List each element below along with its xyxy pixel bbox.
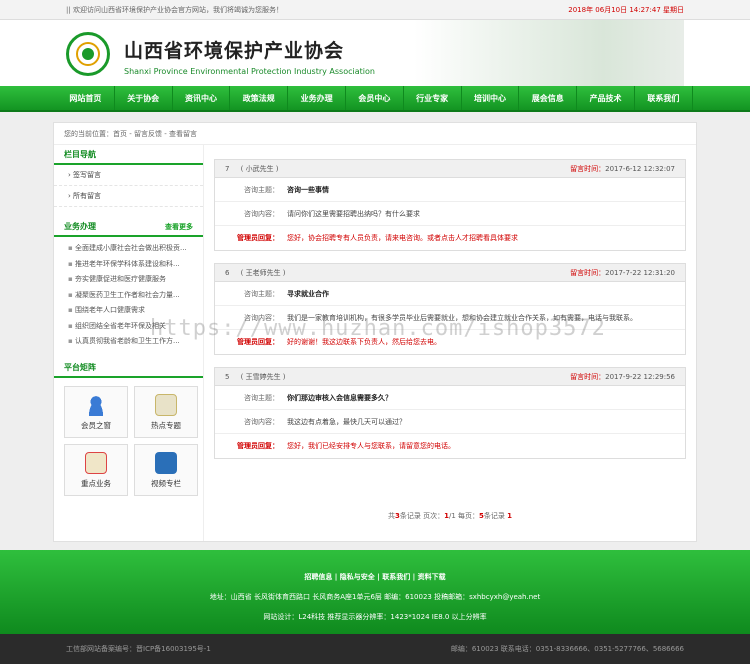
message-author: ( 王雪婷先生 ) [240, 372, 286, 381]
footer-design: 网站设计：L24科技 推荐显示器分辨率：1423*1024 IE8.0 以上分辨… [263, 613, 487, 621]
message-author: ( 王老师先生 ) [240, 268, 286, 277]
message-list: 7 ( 小武先生 ) 留言时间：2017-6-12 12:32:07 咨询主题： 咨询… [214, 159, 686, 471]
site-title-en: Shanxi Province Environmental Protection… [124, 67, 375, 76]
main-nav: 网站首页 关于协会 资讯中心 政策法规 业务办理 会员中心 行业专家 培训中心 展会信息 产品技术… [0, 86, 750, 112]
message-content: 请问你们这里需要招聘出纳吗？有什么要求 [287, 209, 420, 218]
message-time-label: 留言时间： [570, 372, 606, 381]
nav-item[interactable]: 业务办理 [288, 86, 346, 110]
pagination: 共3条记录 页次：1/1 每页：5条记录 1 [387, 512, 512, 520]
nav-item[interactable]: 产品技术 [577, 86, 635, 110]
hot-topic-document-icon [155, 393, 177, 416]
nav-item[interactable]: 关于协会 [115, 86, 173, 110]
footer-links[interactable]: 招聘信息 | 隐私与安全 | 联系我们 | 资料下载 [0, 572, 750, 582]
message-content: 我这边有点着急，最快几天可以通过？ [287, 417, 406, 426]
message-card: 7 ( 小武先生 ) 留言时间：2017-6-12 12:32:07 咨询主题： 咨询… [214, 159, 686, 251]
nav-item[interactable]: 资讯中心 [173, 86, 231, 110]
header-banner-image [414, 20, 684, 86]
message-time: 2017-7-22 12:31:20 [605, 268, 675, 277]
message-content-row: 咨询内容： 请问你们这里需要招聘出纳吗？有什么要求 [215, 202, 685, 226]
message-number: 7 [225, 164, 230, 173]
message-time: 2017-6-12 12:32:07 [605, 164, 675, 173]
video-camera-icon [155, 451, 177, 474]
sidebar: 栏目导航 › 签写留言 › 所有留言 业务办理 查看更多 全面建成小康社会社会做… [54, 145, 204, 541]
message-reply: 您好，我们已经安排专人与您联系，请留意您的电话。 [287, 442, 455, 450]
nav-item[interactable]: 行业专家 [404, 86, 462, 110]
site-header: 山西省环境保护产业协会 Shanxi Province Environmenta… [0, 20, 750, 86]
message-subject: 你们那边审核入会信息需要多久？ [287, 393, 392, 402]
message-reply-row: 管理员回复： 您好，协会招聘专有人员负责，请来电咨询。或者点击人才招聘看具体要求 [237, 234, 518, 242]
site-title: 山西省环境保护产业协会 Shanxi Province Environmenta… [124, 36, 375, 76]
message-subject-row: 咨询主题： 你们那边审核入会信息需要多久？ [215, 386, 685, 410]
message-reply: 您好，协会招聘专有人员负责，请来电咨询。或者点击人才招聘看具体要求 [287, 234, 518, 242]
sidebar-item-all-messages[interactable]: › 所有留言 [54, 186, 203, 207]
breadcrumb: 您的当前位置：首页 - 留言反馈 - 查看留言 [54, 123, 696, 145]
business-list-item[interactable]: 全面建成小康社会社会做出积极贡... [54, 241, 203, 257]
association-logo-icon[interactable] [66, 32, 110, 76]
message-number: 5 [225, 372, 230, 381]
message-time-label: 留言时间： [570, 164, 606, 173]
message-time-label: 留言时间： [570, 268, 606, 277]
date-time: 2018年 06月10日 14:27:47 星期日 [568, 5, 684, 14]
top-bar: || 欢迎访问山西省环境保护产业协会官方网站，我们将竭诚为您服务！ 2018年 … [0, 0, 750, 20]
sidebar-platform-title: 平台矩阵 [54, 358, 203, 378]
site-title-cn: 山西省环境保护产业协会 [124, 40, 345, 62]
message-author: ( 小武先生 ) [240, 164, 279, 173]
business-more-link[interactable]: 查看更多 [165, 217, 193, 235]
message-content-row: 咨询内容： 我这边有点着急，最快几天可以通过？ [215, 410, 685, 434]
business-list-item[interactable]: 凝聚医药卫生工作者和社会力量... [54, 288, 203, 304]
tile-member-window[interactable]: 会员之窗 [64, 385, 128, 438]
message-subject: 咨询一些事情 [287, 185, 329, 194]
page-link-current[interactable]: 1 [507, 512, 512, 520]
business-list-item[interactable]: 夯实健康促进和医疗健康服务 [54, 272, 203, 288]
message-header: 5 ( 王雪婷先生 ) 留言时间：2017-9-22 12:29:56 [215, 368, 685, 386]
tile-hot-topics[interactable]: 热点专题 [134, 385, 198, 438]
message-card: 5 ( 王雪婷先生 ) 留言时间：2017-9-22 12:29:56 咨询主题：你… [214, 367, 686, 459]
nav-item[interactable]: 培训中心 [462, 86, 520, 110]
message-subject-row: 咨询主题： 咨询一些事情 [215, 178, 685, 202]
nav-item[interactable]: 政策法规 [230, 86, 289, 110]
tile-key-business[interactable]: 重点业务 [64, 443, 128, 496]
sidebar-item-write-message[interactable]: › 签写留言 [54, 165, 203, 186]
platform-grid: 会员之窗 热点专题 重点业务 视频专栏 [54, 378, 203, 504]
nav-item[interactable]: 联系我们 [635, 86, 693, 110]
contact-info: 邮编：610023 联系电话：0351-8336666、0351-5277766… [450, 645, 684, 653]
message-header: 7 ( 小武先生 ) 留言时间：2017-6-12 12:32:07 [215, 160, 685, 178]
sidebar-nav-title: 栏目导航 [54, 145, 203, 165]
message-number: 6 [225, 268, 230, 277]
member-user-icon [85, 393, 107, 416]
business-list-item[interactable]: 推进老年环保学科体系建设和科... [54, 257, 203, 273]
message-card: 6 ( 王老师先生 ) 留言时间：2017-7-22 12:31:20 咨询主题：寻… [214, 263, 686, 355]
watermark-text: https://www.huzhan.com/ishop3572 [150, 316, 606, 341]
welcome-text: || 欢迎访问山西省环境保护产业协会官方网站，我们将竭诚为您服务！ [66, 5, 283, 14]
message-reply-row: 管理员回复： 您好，我们已经安排专人与您联系，请留意您的电话。 [237, 442, 455, 450]
message-header: 6 ( 王老师先生 ) 留言时间：2017-7-22 12:31:20 [215, 264, 685, 282]
message-time: 2017-9-22 12:29:56 [605, 372, 675, 381]
sidebar-business-title: 业务办理 查看更多 [54, 217, 203, 237]
message-subject-row: 咨询主题： 寻求就业合作 [215, 282, 685, 306]
nav-item[interactable]: 展会信息 [519, 86, 578, 110]
icp-record: 工信部网站备案编号：晋ICP备16003195号-1 [66, 645, 211, 653]
sidebar-nav-list: › 签写留言 › 所有留言 [54, 165, 203, 207]
message-subject: 寻求就业合作 [287, 289, 329, 298]
bottom-bar: 工信部网站备案编号：晋ICP备16003195号-1 邮编：610023 联系电… [0, 634, 750, 664]
footer-address: 地址：山西省 长风街体育西路口 长风商务A座1单元6层 邮编：610023 投稿… [209, 593, 541, 601]
tile-video-column[interactable]: 视频专栏 [134, 443, 198, 496]
nav-item[interactable]: 网站首页 [57, 86, 115, 110]
pagoda-illustration-icon [414, 20, 454, 60]
nav-item[interactable]: 会员中心 [346, 86, 404, 110]
key-business-alert-icon [85, 451, 107, 474]
site-footer: 招聘信息 | 隐私与安全 | 联系我们 | 资料下载 地址：山西省 长风街体育西… [0, 550, 750, 634]
